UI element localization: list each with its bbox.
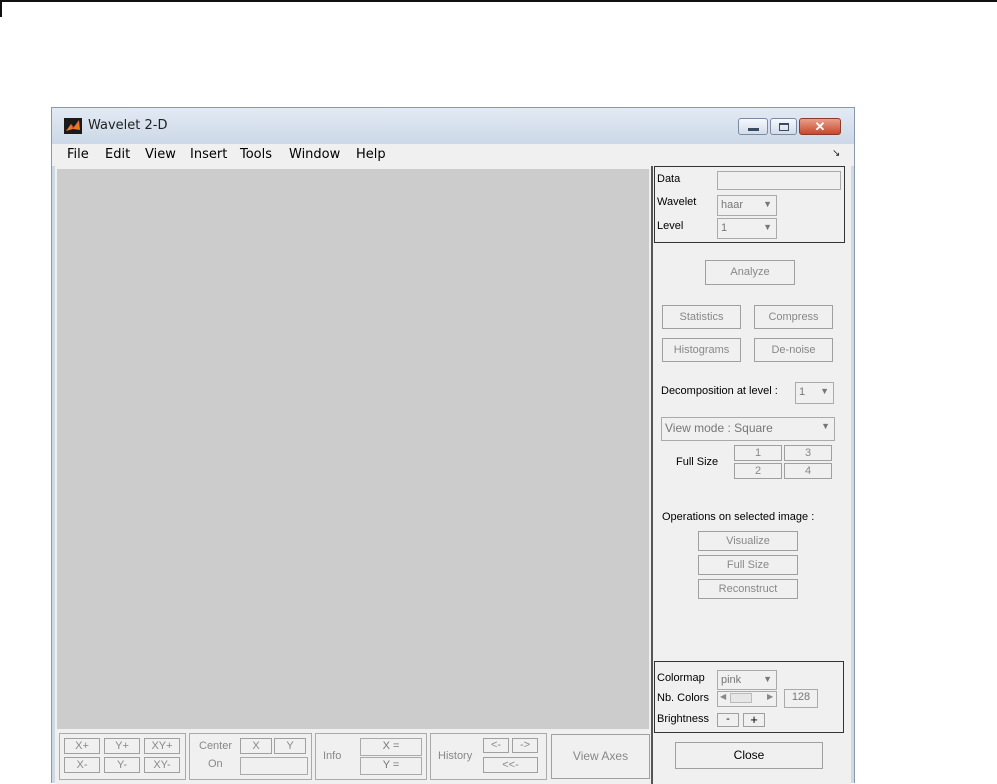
center-x-button[interactable]: X (240, 738, 272, 754)
chevron-down-icon: ▼ (763, 674, 772, 684)
full-size-2-button[interactable]: 2 (734, 463, 782, 479)
colormap-label: Colormap (657, 672, 705, 684)
info-y-field: Y = (360, 757, 422, 775)
wavelet-select[interactable]: haar ▼ (717, 195, 777, 216)
zoom-xy-plus-button[interactable]: XY+ (144, 738, 180, 754)
data-label: Data (657, 173, 681, 185)
level-value: 1 (721, 222, 728, 234)
client-area: Data Wavelet haar ▼ Level 1 ▼ Analyze St… (55, 166, 851, 784)
history-start-button[interactable]: <<- (483, 757, 538, 773)
dock-arrow-icon[interactable]: ↘ (832, 148, 840, 159)
full-size-4-button[interactable]: 4 (784, 463, 832, 479)
center-on-group: Center On X Y (189, 733, 312, 780)
menu-insert[interactable]: Insert (190, 147, 227, 162)
zoom-y-minus-button[interactable]: Y- (104, 757, 140, 773)
menu-file[interactable]: File (67, 147, 89, 162)
menu-edit[interactable]: Edit (105, 147, 130, 162)
history-label: History (438, 750, 473, 762)
history-back-button[interactable]: <- (483, 738, 509, 753)
info-group: Info X = Y = (315, 733, 427, 780)
colormap-panel: Colormap pink ▼ Nb. Colors ◀ ▶ 128 Brigh… (654, 661, 844, 733)
operations-full-size-button[interactable]: Full Size (698, 555, 798, 575)
slider-left-arrow-icon[interactable]: ◀ (720, 692, 726, 701)
nb-colors-field[interactable]: 128 (784, 689, 818, 708)
colormap-select[interactable]: pink ▼ (717, 670, 777, 690)
maximize-button[interactable] (770, 118, 797, 135)
view-axes-button[interactable]: View Axes (551, 734, 650, 779)
colormap-value: pink (721, 674, 742, 686)
center-label: Center (199, 740, 233, 752)
brightness-label: Brightness (657, 713, 709, 725)
info-label: Info (323, 750, 342, 762)
image-axes-area[interactable] (57, 169, 649, 729)
nb-colors-label: Nb. Colors (657, 692, 709, 704)
slider-thumb[interactable] (730, 693, 752, 703)
statistics-button[interactable]: Statistics (662, 305, 741, 329)
full-size-label: Full Size (676, 456, 719, 468)
maximize-icon (779, 123, 789, 131)
slider-right-arrow-icon[interactable]: ▶ (767, 692, 773, 701)
minimize-button[interactable] (738, 118, 768, 135)
zoom-x-minus-button[interactable]: X- (64, 757, 100, 773)
title-bar[interactable]: Wavelet 2-D ✕ (52, 108, 854, 144)
view-mode-select[interactable]: View mode : Square ▼ (661, 417, 835, 441)
history-group: History <- -> <<- (430, 733, 547, 780)
menu-view[interactable]: View (145, 147, 176, 162)
info-x-field: X = (360, 738, 422, 756)
minimize-icon (748, 128, 759, 131)
menu-help[interactable]: Help (356, 147, 386, 162)
full-size-1-button[interactable]: 1 (734, 445, 782, 461)
analyze-button[interactable]: Analyze (705, 260, 795, 285)
wavelet-window: Wavelet 2-D ✕ File Edit View Insert Tool… (51, 107, 855, 784)
wavelet-value: haar (721, 199, 744, 211)
zoom-x-plus-button[interactable]: X+ (64, 738, 100, 754)
chevron-down-icon: ▼ (820, 386, 829, 396)
on-label: On (208, 758, 223, 770)
level-label: Level (657, 220, 684, 232)
visualize-button[interactable]: Visualize (698, 531, 798, 551)
full-size-3-button[interactable]: 3 (784, 445, 832, 461)
view-mode-value: View mode : Square (665, 421, 773, 435)
zoom-group: X+ Y+ XY+ X- Y- XY- (59, 733, 186, 780)
decomposition-level-select[interactable]: 1 ▼ (795, 382, 834, 404)
menu-bar: File Edit View Insert Tools Window Help … (52, 144, 854, 166)
reconstruct-button[interactable]: Reconstruct (698, 579, 798, 599)
zoom-xy-minus-button[interactable]: XY- (144, 757, 180, 773)
data-field[interactable] (717, 171, 841, 190)
denoise-button[interactable]: De-noise (754, 338, 833, 362)
window-close-button[interactable]: ✕ (799, 118, 841, 135)
close-icon: ✕ (814, 119, 826, 134)
menu-window[interactable]: Window (289, 147, 340, 162)
decomposition-label: Decomposition at level : (661, 385, 778, 397)
decomposition-level-value: 1 (799, 386, 806, 398)
chevron-down-icon: ▼ (763, 222, 772, 232)
histograms-button[interactable]: Histograms (662, 338, 741, 362)
page-left-mark (0, 0, 2, 17)
history-forward-button[interactable]: -> (512, 738, 538, 753)
center-on-field[interactable] (240, 757, 308, 775)
menu-tools[interactable]: Tools (240, 147, 272, 162)
chevron-down-icon: ▼ (821, 421, 830, 431)
panel-divider (651, 166, 653, 784)
wavelet-label: Wavelet (657, 196, 697, 208)
data-panel: Data Wavelet haar ▼ Level 1 ▼ (654, 166, 845, 243)
close-button[interactable]: Close (675, 742, 823, 769)
zoom-y-plus-button[interactable]: Y+ (104, 738, 140, 754)
brightness-plus-button[interactable]: + (743, 713, 765, 727)
compress-button[interactable]: Compress (754, 305, 833, 329)
nb-colors-slider[interactable]: ◀ ▶ (717, 691, 777, 707)
operations-label: Operations on selected image : (662, 511, 815, 523)
window-title: Wavelet 2-D (88, 118, 168, 133)
page-top-rule (0, 0, 997, 2)
chevron-down-icon: ▼ (763, 199, 772, 209)
center-y-button[interactable]: Y (274, 738, 306, 754)
brightness-minus-button[interactable]: - (717, 713, 739, 727)
matlab-app-icon (64, 118, 82, 134)
level-select[interactable]: 1 ▼ (717, 218, 777, 239)
